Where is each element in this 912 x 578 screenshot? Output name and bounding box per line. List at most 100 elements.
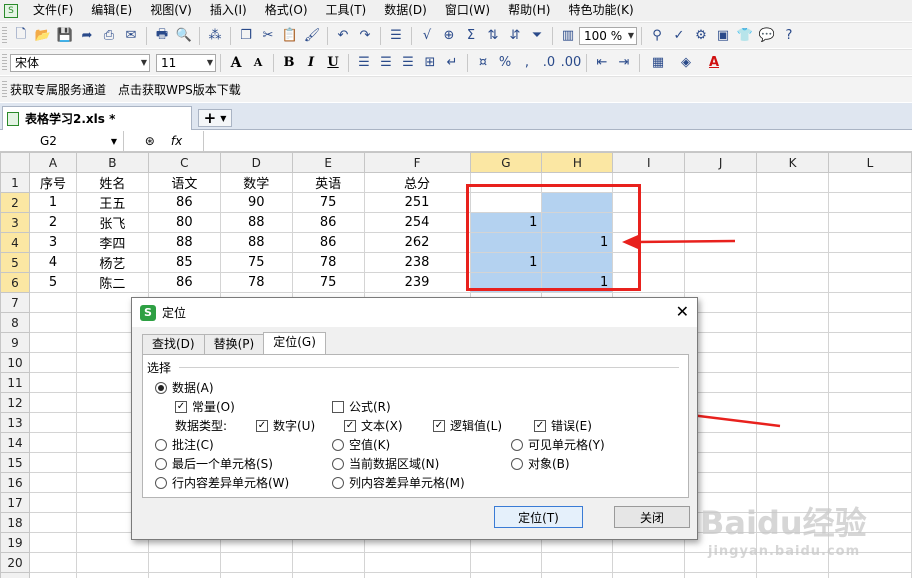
table-cell[interactable] [684,172,758,193]
table-cell[interactable] [756,412,829,433]
table-cell[interactable] [28,552,77,573]
table-cell[interactable] [828,352,912,373]
font-color-icon[interactable]: A [701,53,727,73]
table-cell[interactable] [756,532,829,553]
table-cell[interactable]: 238 [363,252,471,273]
table-cell[interactable] [28,412,77,433]
name-box[interactable]: G2 ▼ [0,130,124,152]
table-cell[interactable]: 2 [28,212,77,233]
close-button[interactable]: 关闭 [614,506,690,528]
table-cell[interactable] [684,192,758,213]
table-cell[interactable]: 语文 [147,172,221,193]
radio-visible-cells[interactable]: 可见单元格(Y) [511,436,605,453]
new-file-icon[interactable]: 🗋 [11,26,31,46]
close-icon[interactable]: ✕ [676,302,689,321]
toolbar-grip[interactable] [2,80,7,99]
font-shrink-icon[interactable]: A [248,53,268,73]
table-cell[interactable] [828,512,912,533]
checkbox-text[interactable]: ✓ 文本(X) [344,417,403,434]
bold-button[interactable]: B [279,53,299,73]
table-cell[interactable] [219,552,293,573]
table-cell[interactable]: 251 [363,192,471,213]
table-cell[interactable] [684,552,758,573]
table-cell[interactable] [28,532,77,553]
row-header[interactable]: 2 [0,192,30,213]
table-cell[interactable] [28,452,77,473]
table-cell[interactable] [684,252,758,273]
table-cell[interactable]: 张飞 [75,212,149,233]
underline-button[interactable]: U [323,53,343,73]
sort-asc-icon[interactable]: ⇅ [483,26,503,46]
radio-comments[interactable]: 批注(C) [155,436,214,453]
row-header[interactable]: 13 [0,412,30,433]
font-size-select[interactable]: 11 ▼ [156,53,216,72]
menu-edit[interactable]: 编辑(E) [82,0,141,21]
borders-icon[interactable]: ▦ [645,53,671,73]
table-cell[interactable] [684,232,758,253]
row-header[interactable]: 15 [0,452,30,473]
chart-icon[interactable]: ▥ [558,26,578,46]
table-cell[interactable] [828,552,912,573]
row-header[interactable]: 1 [0,172,30,193]
save-icon[interactable]: 💾 [55,26,75,46]
export-icon[interactable]: ➦ [77,26,97,46]
fill-color-icon[interactable]: ◈ [673,53,699,73]
table-cell[interactable] [756,512,829,533]
doc-tab-active[interactable]: 表格学习2.xls * [2,106,192,130]
radio-column-differences[interactable]: 列内容差异单元格(M) [332,474,465,491]
table-cell[interactable]: 李四 [75,232,149,253]
search-function-icon[interactable]: ⊛ [145,134,155,148]
table-cell[interactable] [828,172,912,193]
tab-find[interactable]: 查找(D) [142,334,205,354]
table-cell[interactable] [756,312,829,333]
function-icon[interactable]: √ [417,26,437,46]
toolbar-grip[interactable] [2,26,7,45]
row-header[interactable]: 19 [0,532,30,553]
row-header[interactable]: 16 [0,472,30,493]
table-cell[interactable]: 262 [363,232,471,253]
goto-button[interactable]: 定位(T) [494,506,583,528]
wps-et-app-icon[interactable]: S [4,3,18,18]
table-cell[interactable]: 总分 [363,172,471,193]
table-cell[interactable] [28,572,77,578]
copy-icon[interactable]: ❐ [236,26,256,46]
table-cell[interactable] [828,452,912,473]
table-cell[interactable] [28,472,77,493]
column-header[interactable]: J [684,152,758,173]
table-cell[interactable] [684,212,758,233]
table-cell[interactable]: 1 [28,192,77,213]
table-cell[interactable]: 86 [147,192,221,213]
spellcheck-icon[interactable]: ✓ [669,26,689,46]
indent-increase-icon[interactable]: ⇥ [614,53,634,73]
menu-format[interactable]: 格式(O) [256,0,317,21]
table-cell[interactable] [756,452,829,473]
row-header[interactable]: 7 [0,292,30,313]
table-cell[interactable] [756,252,829,273]
table-cell[interactable] [828,372,912,393]
column-header[interactable]: A [28,152,77,173]
table-cell[interactable] [147,552,221,573]
table-cell[interactable] [828,472,912,493]
table-cell[interactable]: 75 [291,272,365,293]
pdf-icon[interactable]: ⎙ [99,26,119,46]
table-cell[interactable] [612,552,686,573]
column-header[interactable]: C [147,152,221,173]
table-cell[interactable] [828,332,912,353]
table-cell[interactable] [756,372,829,393]
row-header[interactable]: 3 [0,212,30,233]
filter-icon[interactable]: ⏷ [527,26,547,46]
menu-window[interactable]: 窗口(W) [436,0,499,21]
comma-style-icon[interactable]: , [517,53,537,73]
brush-icon[interactable]: 🖌 [302,26,322,46]
table-cell[interactable]: 86 [291,232,365,253]
wrap-text-icon[interactable]: ↵ [442,53,462,73]
table-cell[interactable] [756,192,829,213]
table-cell[interactable] [28,512,77,533]
column-header[interactable]: B [75,152,149,173]
table-cell[interactable]: 80 [147,212,221,233]
table-cell[interactable] [828,232,912,253]
menu-features[interactable]: 特色功能(K) [559,0,642,21]
table-cell[interactable]: 86 [147,272,221,293]
row-header[interactable]: 5 [0,252,30,273]
increase-decimal-icon[interactable]: .0 [539,53,559,73]
